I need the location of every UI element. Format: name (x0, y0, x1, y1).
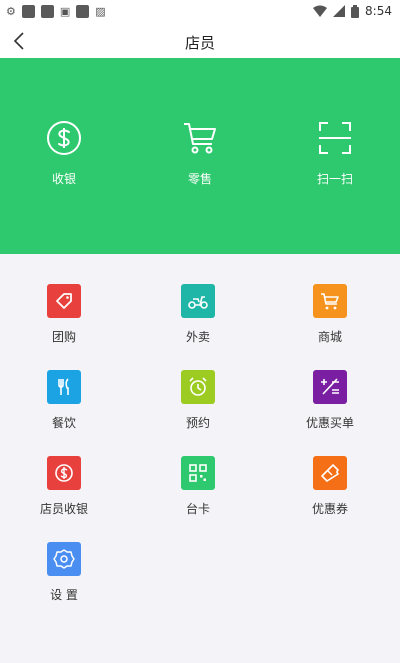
grid-item-delivery[interactable]: 外卖 (148, 284, 248, 345)
wifi-icon (313, 5, 328, 17)
grid-item-group-buy[interactable]: 团购 (14, 284, 114, 345)
signal-icon (333, 5, 346, 17)
grid-item-reservation[interactable]: 预约 (148, 370, 248, 431)
grid-item-coupon[interactable]: 优惠券 (280, 456, 380, 517)
notification-icon: ⚙ (6, 5, 16, 18)
image-icon: ▨ (95, 5, 106, 18)
app-icon (40, 5, 54, 18)
cart-icon (184, 123, 216, 154)
fork-knife-icon (47, 370, 81, 404)
status-bar: ⚙ ▣ ▨ 8:54 (0, 0, 400, 24)
grid-item-label: 台卡 (185, 502, 210, 516)
tag-icon (47, 284, 81, 318)
ticket-icon (313, 456, 347, 490)
alarm-clock-icon (181, 370, 215, 404)
page-title: 店员 (184, 34, 215, 52)
status-left-icons: ⚙ ▣ ▨ (6, 5, 106, 18)
app-icon (76, 5, 90, 18)
status-right-icons: 8:54 (313, 4, 392, 18)
grid-item-label: 商城 (317, 330, 342, 344)
battery-icon (351, 4, 360, 18)
dollar-circle-icon (47, 456, 81, 490)
grid-item-label: 优惠买单 (305, 416, 354, 430)
grid-item-label: 设 置 (50, 588, 78, 602)
scooter-icon (181, 284, 215, 318)
grid-item-table-card[interactable]: 台卡 (148, 456, 248, 517)
nav-bar: 店员 (0, 24, 400, 58)
grid-item-label: 餐饮 (51, 416, 76, 430)
dollar-circle-icon (47, 121, 81, 155)
grid-item-label: 团购 (51, 330, 76, 344)
sim-icon: ▣ (59, 5, 71, 18)
grid-item-label: 预约 (185, 416, 210, 430)
grid-item-settings[interactable]: 设 置 (14, 542, 114, 603)
hero-item-checkout[interactable]: 收银 (14, 120, 114, 187)
cart-icon (313, 284, 347, 318)
grid-item-staff-checkout[interactable]: 店员收银 (14, 456, 114, 517)
grid-item-mall[interactable]: 商城 (280, 284, 380, 345)
hero-item-label: 扫一扫 (316, 172, 353, 186)
grid-item-label: 优惠券 (311, 502, 348, 516)
grid-item-catering[interactable]: 餐饮 (14, 370, 114, 431)
hero-panel: 收银 零售 扫一扫 (0, 58, 400, 254)
gear-icon (47, 542, 81, 576)
hero-item-label: 零售 (187, 172, 212, 186)
scan-icon (319, 122, 351, 154)
qr-code-icon (181, 456, 215, 490)
grid-item-label: 外卖 (185, 330, 210, 344)
hero-item-label: 收银 (51, 172, 76, 186)
grid-item-label: 店员收银 (39, 502, 88, 516)
app-icon (21, 5, 35, 18)
calculator-icon (313, 370, 347, 404)
grid-item-discount-pay[interactable]: 优惠买单 (280, 370, 380, 431)
hero-item-scan[interactable]: 扫一扫 (285, 120, 385, 187)
status-time: 8:54 (365, 4, 392, 18)
hero-item-retail[interactable]: 零售 (150, 120, 250, 187)
